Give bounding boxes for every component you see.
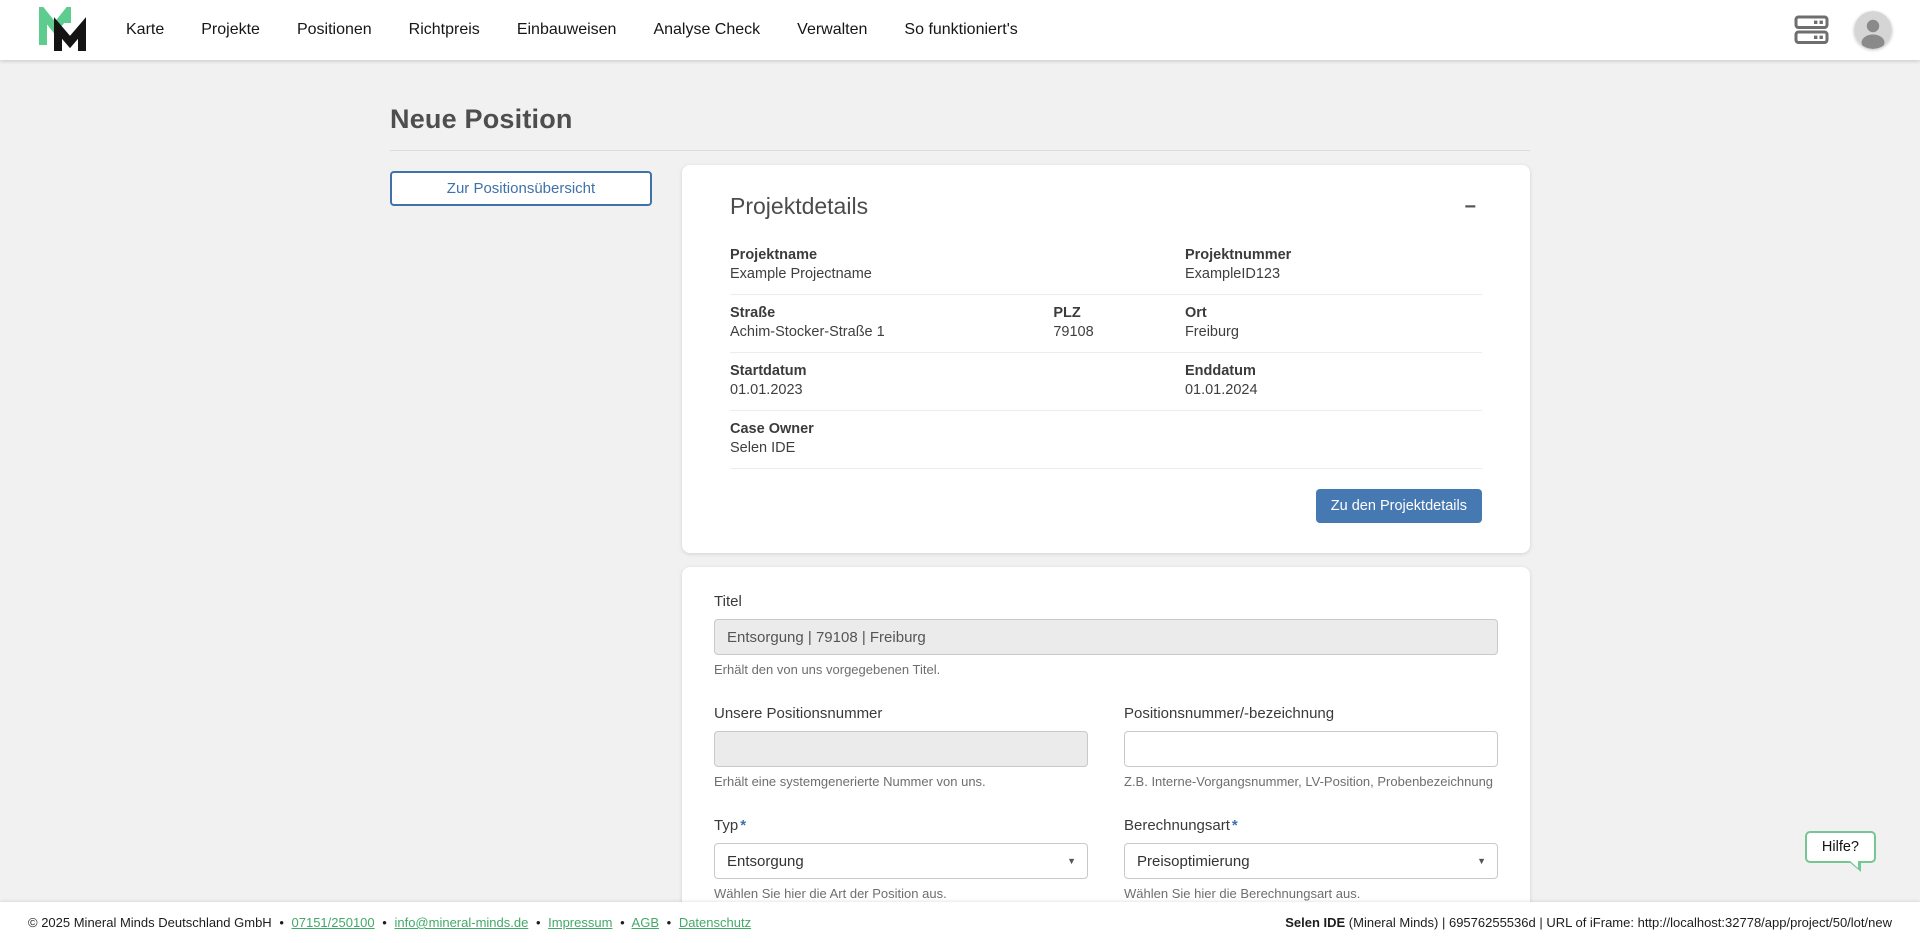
project-details-table: Projektname Example Projectname Projektn… [730, 237, 1482, 469]
position-number-label: Positionsnummer/-bezeichnung [1124, 705, 1498, 722]
titel-label: Titel [714, 593, 1498, 610]
field-value: 01.01.2023 [730, 382, 1185, 398]
position-number-field-group: Positionsnummer/-bezeichnung Z.B. Intern… [1124, 705, 1498, 789]
field-value: 79108 [1053, 324, 1185, 340]
field-label: Startdatum [730, 363, 1185, 379]
separator-dot: • [667, 915, 672, 930]
field-label: Enddatum [1185, 363, 1482, 379]
page-footer: © 2025 Mineral Minds Deutschland GmbH • … [0, 902, 1920, 943]
field-label: Projektnummer [1185, 247, 1482, 263]
user-avatar-icon[interactable] [1854, 11, 1892, 49]
berechnungsart-selected-value: Preisoptimierung [1137, 853, 1250, 870]
footer-datenschutz-link[interactable]: Datenschutz [679, 915, 751, 930]
typ-helper: Wählen Sie hier die Art der Position aus… [714, 886, 1088, 901]
berechnungsart-helper: Wählen Sie hier die Berechnungsart aus. [1124, 886, 1498, 901]
footer-impressum-link[interactable]: Impressum [548, 915, 612, 930]
table-row: Case Owner Selen IDE [730, 411, 1482, 469]
main-content: Neue Position Zur Positionsübersicht Pro… [390, 60, 1530, 943]
footer-left: © 2025 Mineral Minds Deutschland GmbH • … [28, 915, 751, 930]
our-position-number-input [714, 731, 1088, 767]
project-details-title: Projektdetails [730, 193, 868, 220]
server-stack-icon[interactable] [1794, 15, 1830, 45]
table-row: Straße Achim-Stocker-Straße 1 PLZ 79108 … [730, 295, 1482, 353]
field-label: PLZ [1053, 305, 1185, 321]
main-navigation: Karte Projekte Positionen Richtpreis Ein… [126, 21, 1018, 39]
title-divider [390, 150, 1530, 151]
nav-item-verwalten[interactable]: Verwalten [797, 21, 867, 39]
table-row: Startdatum 01.01.2023 Enddatum 01.01.202… [730, 353, 1482, 411]
project-details-card: Projektdetails − Projektname Example Pro… [682, 165, 1530, 553]
table-row: Projektname Example Projectname Projektn… [730, 237, 1482, 295]
nav-item-so-funktionierts[interactable]: So funktioniert's [904, 21, 1017, 39]
field-value: Achim-Stocker-Straße 1 [730, 324, 1053, 340]
separator-dot: • [536, 915, 541, 930]
field-label: Straße [730, 305, 1053, 321]
typ-label-text: Typ [714, 817, 738, 834]
mineral-minds-logo-icon[interactable] [38, 7, 90, 53]
copyright-text: © 2025 Mineral Minds Deutschland GmbH [28, 915, 272, 930]
our-position-number-field-group: Unsere Positionsnummer Erhält eine syste… [714, 705, 1088, 789]
footer-session-text: (Mineral Minds) | 69576255536d | URL of … [1345, 915, 1892, 930]
nav-item-analyse-check[interactable]: Analyse Check [653, 21, 760, 39]
our-position-number-helper: Erhält eine systemgenerierte Nummer von … [714, 774, 1088, 789]
nav-item-richtpreis[interactable]: Richtpreis [409, 21, 480, 39]
required-asterisk: * [1232, 817, 1238, 834]
new-position-form-card: Titel Erhält den von uns vorgegebenen Ti… [682, 567, 1530, 943]
field-value: Selen IDE [730, 440, 1185, 456]
chevron-down-icon: ▼ [1067, 856, 1076, 866]
titel-helper: Erhält den von uns vorgegebenen Titel. [714, 662, 1498, 677]
field-enddatum: Enddatum 01.01.2024 [1185, 363, 1482, 398]
field-plz: PLZ 79108 [1053, 305, 1185, 340]
help-button[interactable]: Hilfe? [1805, 831, 1876, 863]
navbar-right-controls [1794, 11, 1892, 49]
right-column: Projektdetails − Projektname Example Pro… [682, 165, 1530, 943]
field-case-owner: Case Owner Selen IDE [730, 421, 1185, 456]
nav-item-einbauweisen[interactable]: Einbauweisen [517, 21, 617, 39]
nav-item-projekte[interactable]: Projekte [201, 21, 260, 39]
nav-item-positionen[interactable]: Positionen [297, 21, 372, 39]
berechnungsart-select[interactable]: Preisoptimierung ▼ [1124, 843, 1498, 879]
page-title: Neue Position [390, 104, 1530, 135]
field-value: 01.01.2024 [1185, 382, 1482, 398]
berechnungsart-label-text: Berechnungsart [1124, 817, 1230, 834]
position-number-helper: Z.B. Interne-Vorgangsnummer, LV-Position… [1124, 774, 1498, 789]
go-to-project-details-button[interactable]: Zu den Projektdetails [1316, 489, 1482, 523]
field-ort: Ort Freiburg [1185, 305, 1482, 340]
titel-field-group: Titel Erhält den von uns vorgegebenen Ti… [714, 593, 1498, 677]
field-projektname: Projektname Example Projectname [730, 247, 1185, 282]
field-startdatum: Startdatum 01.01.2023 [730, 363, 1185, 398]
collapse-icon[interactable]: − [1458, 193, 1482, 221]
our-position-number-label: Unsere Positionsnummer [714, 705, 1088, 722]
berechnungsart-field-group: Berechnungsart* Preisoptimierung ▼ Wähle… [1124, 817, 1498, 901]
field-value: Freiburg [1185, 324, 1482, 340]
field-value: Example Projectname [730, 266, 1185, 282]
footer-phone-link[interactable]: 07151/250100 [292, 915, 375, 930]
position-number-input[interactable] [1124, 731, 1498, 767]
typ-field-group: Typ* Entsorgung ▼ Wählen Sie hier die Ar… [714, 817, 1088, 901]
titel-input [714, 619, 1498, 655]
footer-session-info: Selen IDE (Mineral Minds) | 69576255536d… [1285, 915, 1892, 930]
top-navbar: Karte Projekte Positionen Richtpreis Ein… [0, 0, 1920, 60]
footer-agb-link[interactable]: AGB [632, 915, 659, 930]
typ-select[interactable]: Entsorgung ▼ [714, 843, 1088, 879]
separator-dot: • [620, 915, 625, 930]
field-label: Ort [1185, 305, 1482, 321]
typ-label: Typ* [714, 817, 1088, 834]
field-projektnummer: Projektnummer ExampleID123 [1185, 247, 1482, 282]
separator-dot: • [279, 915, 284, 930]
chevron-down-icon: ▼ [1477, 856, 1486, 866]
field-strasse: Straße Achim-Stocker-Straße 1 [730, 305, 1053, 340]
typ-selected-value: Entsorgung [727, 853, 804, 870]
separator-dot: • [382, 915, 387, 930]
field-value: ExampleID123 [1185, 266, 1482, 282]
field-label: Projektname [730, 247, 1185, 263]
footer-email-link[interactable]: info@mineral-minds.de [394, 915, 528, 930]
berechnungsart-label: Berechnungsart* [1124, 817, 1498, 834]
field-label: Case Owner [730, 421, 1185, 437]
back-to-positions-button[interactable]: Zur Positionsübersicht [390, 171, 652, 206]
nav-item-karte[interactable]: Karte [126, 21, 164, 39]
required-asterisk: * [740, 817, 746, 834]
footer-user-name: Selen IDE [1285, 915, 1345, 930]
left-column: Zur Positionsübersicht [390, 165, 652, 943]
